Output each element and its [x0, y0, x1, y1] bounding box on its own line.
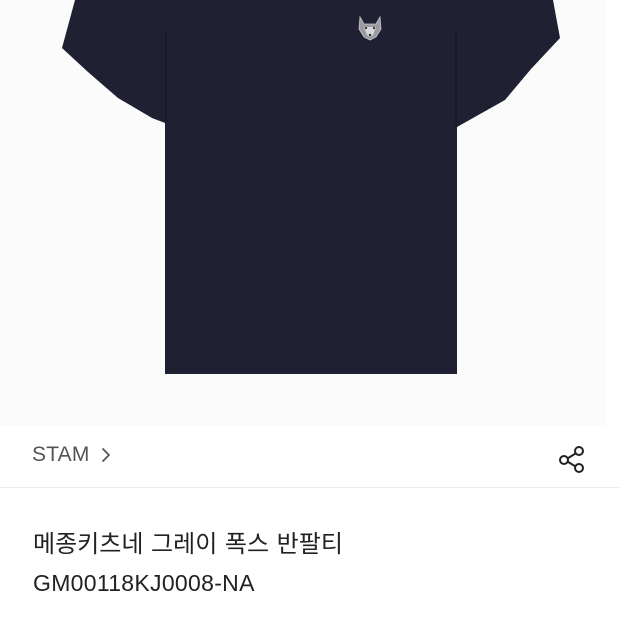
- share-icon: [559, 446, 584, 473]
- tshirt-image: [62, 0, 560, 374]
- product-image[interactable]: [0, 0, 606, 426]
- chevron-right-icon: [101, 448, 110, 462]
- share-button[interactable]: [556, 444, 588, 474]
- product-detail-page: STAM 메종키츠네 그레이 폭스 반팔티 GM00118KJ0008-NA: [0, 0, 620, 620]
- seller-row: STAM: [0, 426, 620, 488]
- tshirt-body: [62, 0, 560, 374]
- seller-name[interactable]: STAM: [32, 443, 90, 467]
- seller-link[interactable]: STAM: [32, 443, 114, 467]
- product-title: 메종키츠네 그레이 폭스 반팔티: [33, 530, 343, 558]
- product-model-code: GM00118KJ0008-NA: [33, 570, 255, 596]
